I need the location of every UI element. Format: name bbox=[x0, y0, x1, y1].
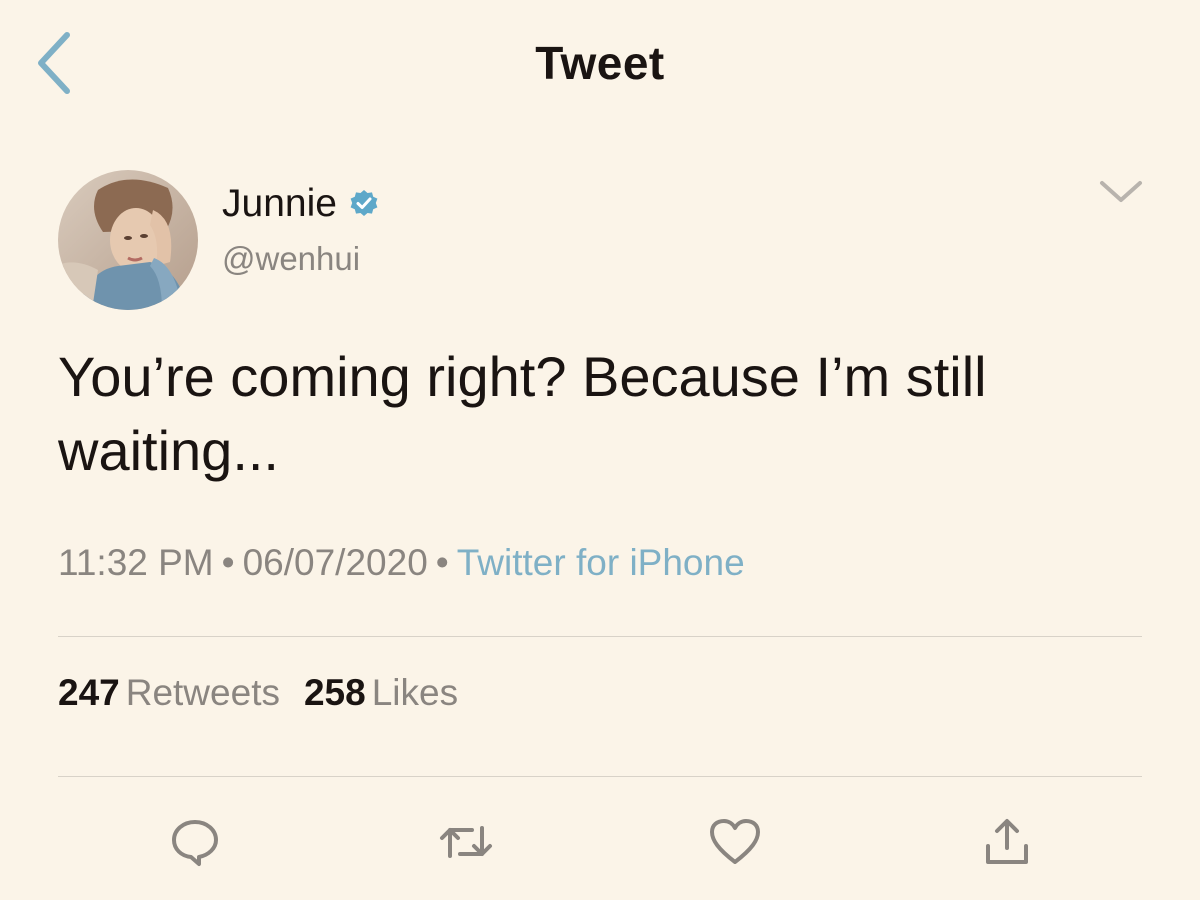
divider bbox=[58, 636, 1142, 637]
like-button[interactable] bbox=[705, 812, 765, 872]
tweet-time: 11:32 PM bbox=[58, 542, 214, 583]
tweet-date: 06/07/2020 bbox=[242, 542, 428, 583]
tweet-stats: 247 Retweets 258 Likes bbox=[58, 672, 458, 714]
tweet-source-link[interactable]: Twitter for iPhone bbox=[457, 542, 745, 583]
author-name-row[interactable]: Junnie bbox=[222, 180, 379, 228]
likes-label: Likes bbox=[371, 672, 459, 713]
retweet-icon bbox=[440, 826, 492, 858]
retweet-button[interactable] bbox=[436, 812, 496, 872]
meta-separator: • bbox=[221, 542, 235, 583]
page-title: Tweet bbox=[535, 37, 665, 89]
retweets-label: Retweets bbox=[125, 672, 280, 713]
avatar[interactable] bbox=[58, 170, 198, 310]
heart-icon bbox=[710, 819, 760, 864]
verified-badge-icon bbox=[349, 189, 379, 219]
author-display-name[interactable]: Junnie bbox=[222, 182, 337, 226]
reply-icon bbox=[172, 820, 218, 866]
likes-count: 258 bbox=[303, 672, 366, 713]
tweet-meta: 11:32 PM • 06/07/2020 • Twitter for iPhone bbox=[58, 542, 745, 584]
share-icon bbox=[986, 819, 1028, 864]
likes-stat[interactable]: 258 Likes bbox=[304, 672, 458, 713]
retweets-count: 247 bbox=[58, 672, 120, 713]
author-handle[interactable]: @wenhui bbox=[222, 240, 360, 278]
share-button[interactable] bbox=[977, 812, 1037, 872]
tweet-options-button[interactable] bbox=[1096, 172, 1146, 212]
tweet-text: You’re coming right? Because I’m still w… bbox=[58, 345, 987, 482]
reply-button[interactable] bbox=[165, 812, 225, 872]
retweets-stat[interactable]: 247 Retweets bbox=[58, 672, 280, 713]
divider bbox=[58, 776, 1142, 777]
meta-separator: • bbox=[435, 542, 449, 583]
chevron-down-icon bbox=[1100, 181, 1142, 202]
